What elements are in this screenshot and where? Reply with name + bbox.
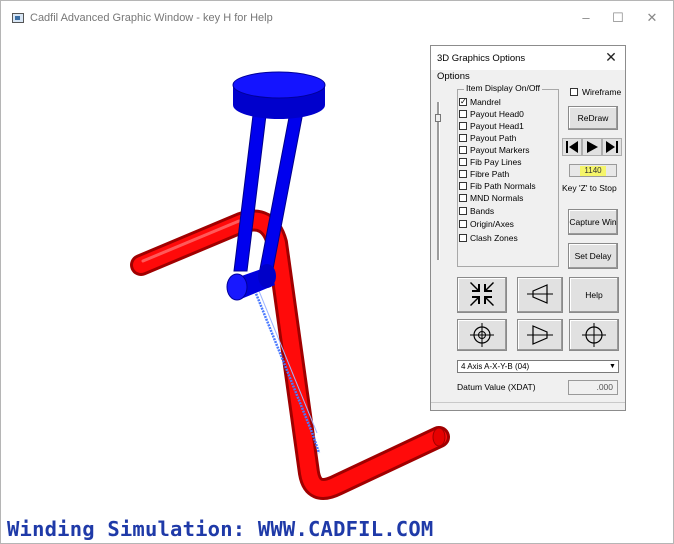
view-front-button[interactable]: [569, 319, 619, 351]
skip-back-icon: [566, 141, 578, 153]
minimize-button[interactable]: –: [571, 7, 601, 29]
step-back-button[interactable]: [562, 138, 582, 156]
display-item-label: Fib Path Normals: [470, 181, 536, 191]
dialog-title: 3D Graphics Options: [437, 53, 526, 64]
close-button[interactable]: ✕: [637, 7, 667, 29]
play-icon: [587, 141, 598, 153]
skip-forward-icon: [606, 141, 618, 153]
display-item-label: Mandrel: [470, 97, 501, 107]
checkbox-unchecked[interactable]: [459, 158, 467, 166]
item-display-label: Item Display On/Off: [464, 83, 543, 93]
display-item-label: Payout Head1: [470, 121, 524, 131]
title-bar: Cadfil Advanced Graphic Window - key H f…: [1, 1, 673, 33]
help-button[interactable]: Help: [569, 277, 619, 313]
perspective-right-icon: [527, 325, 553, 345]
mandrel-tube: [130, 209, 450, 500]
vertical-slider-thumb[interactable]: [435, 114, 441, 122]
display-item-label: Payout Head0: [470, 109, 524, 119]
axis-select[interactable]: 4 Axis A-X-Y-B (04) ▼: [457, 360, 619, 373]
perspective-left-icon: [527, 284, 553, 304]
display-item-label: MND Normals: [470, 193, 524, 203]
checkbox-unchecked[interactable]: [459, 234, 467, 242]
display-item-label: Clash Zones: [470, 233, 518, 243]
datum-value-field[interactable]: .000: [568, 380, 618, 395]
capture-window-button[interactable]: Capture Win: [568, 209, 618, 235]
wireframe-label: Wireframe: [582, 87, 622, 97]
set-delay-button[interactable]: Set Delay mS: [568, 243, 618, 285]
crosshair-target-icon: [470, 323, 494, 347]
checkbox-unchecked[interactable]: [459, 134, 467, 142]
frame-counter-box: 1140: [569, 164, 617, 177]
wireframe-check-box[interactable]: [570, 88, 578, 96]
crosshair-icon: [582, 323, 606, 347]
dialog-title-bar: 3D Graphics Options ✕: [431, 46, 625, 70]
checkbox-unchecked[interactable]: [459, 194, 467, 202]
compress-arrows-icon: [470, 282, 494, 306]
step-forward-button[interactable]: [602, 138, 622, 156]
checkbox-unchecked[interactable]: [459, 207, 467, 215]
display-item-label: Payout Path: [470, 133, 517, 143]
axis-select-value: 4 Axis A-X-Y-B (04): [461, 362, 530, 371]
view-left-button[interactable]: [517, 277, 563, 313]
display-item-label: Fibre Path: [470, 169, 510, 179]
window-title: Cadfil Advanced Graphic Window - key H f…: [30, 12, 273, 24]
graphics-options-dialog: 3D Graphics Options ✕ Options Item Displ…: [430, 45, 626, 411]
redraw-button[interactable]: ReDraw: [568, 106, 618, 130]
checkbox-unchecked[interactable]: [459, 170, 467, 178]
chevron-down-icon[interactable]: ▼: [607, 361, 618, 372]
app-icon: [12, 13, 24, 23]
maximize-button[interactable]: ☐: [603, 7, 633, 29]
checkbox-unchecked[interactable]: [459, 146, 467, 154]
vertical-slider-track[interactable]: [437, 102, 440, 260]
view-top-button[interactable]: [457, 319, 507, 351]
checkbox-unchecked[interactable]: [459, 182, 467, 190]
datum-label: Datum Value (XDAT): [457, 382, 536, 392]
checkbox-unchecked[interactable]: [459, 220, 467, 228]
play-button[interactable]: [582, 138, 602, 156]
frame-counter-value: 1140: [580, 166, 606, 176]
checkbox-checked[interactable]: ✓: [459, 98, 467, 106]
view-right-button[interactable]: [517, 319, 563, 351]
dialog-divider: [431, 402, 625, 403]
display-item-label: Bands: [470, 206, 495, 216]
zoom-fit-button[interactable]: [457, 277, 507, 313]
checkbox-unchecked[interactable]: [459, 110, 467, 118]
stop-hint: Key 'Z' to Stop: [562, 183, 617, 193]
display-item-label: Fib Pay Lines: [470, 157, 522, 167]
simulation-banner: Winding Simulation: WWW.CADFIL.COM: [7, 517, 434, 541]
dialog-close-button[interactable]: ✕: [603, 49, 619, 66]
options-menu[interactable]: Options: [437, 71, 470, 82]
display-item-label: Payout Markers: [470, 145, 530, 155]
display-item-label: Origin/Axes: [470, 219, 514, 229]
checkbox-unchecked[interactable]: [459, 122, 467, 130]
